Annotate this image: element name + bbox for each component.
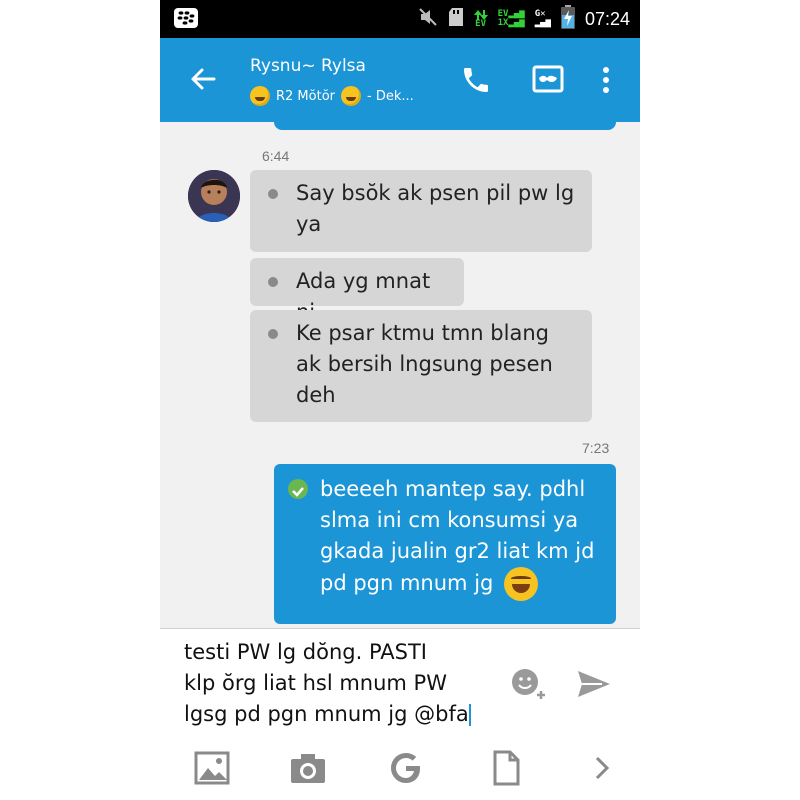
incoming-timestamp: 6:44 xyxy=(262,148,290,164)
phone-icon[interactable] xyxy=(460,64,492,96)
incoming-message-bubble[interactable]: Say bsŏk ak psen pil pw lg ya xyxy=(250,170,592,252)
bullet-icon xyxy=(268,189,278,199)
chat-thread[interactable]: 6:44 Say bsŏk ak psen pil pw lg ya Ada y… xyxy=(160,122,640,628)
message-composer[interactable]: testi PW lg dŏng. PASTI klp ŏrg liat hsl… xyxy=(160,628,640,739)
incoming-message-bubble[interactable]: Ke psar ktmu tmn blang ak bersih lngsung… xyxy=(250,310,592,422)
grinning-emoji-icon xyxy=(341,86,362,106)
emoji-add-icon[interactable] xyxy=(510,667,550,701)
draft-text: testi PW lg dŏng. PASTI klp ŏrg liat hsl… xyxy=(184,640,469,726)
outgoing-message-bubble[interactable]: beeeeh mantep say. pdhl slma ini cm kons… xyxy=(274,464,616,624)
message-text: beeeeh mantep say. pdhl slma ini cm kons… xyxy=(320,477,595,595)
conversation-header: Rysnu~ Rylsa R2 Mŏtŏr - Dek... xyxy=(160,38,640,122)
contact-status-text: R2 Mŏtŏr xyxy=(276,88,336,104)
battery-charging-icon xyxy=(560,5,575,33)
camera-icon[interactable] xyxy=(290,750,326,786)
file-icon[interactable] xyxy=(488,750,524,786)
signal-1x-label: 1X▂▄▆ xyxy=(497,18,525,28)
avatar[interactable] xyxy=(188,170,240,222)
message-text: Say bsŏk ak psen pil pw lg ya xyxy=(296,181,575,236)
bullet-icon xyxy=(268,277,278,287)
previous-outgoing-bubble xyxy=(274,122,616,130)
google-icon[interactable] xyxy=(388,750,424,786)
laughing-emoji-icon xyxy=(250,86,270,106)
back-arrow-icon[interactable] xyxy=(188,64,218,94)
outgoing-timestamp: 7:23 xyxy=(582,440,610,456)
delivered-check-icon xyxy=(288,479,308,499)
mute-icon xyxy=(418,7,438,31)
data-arrows-icon: EV xyxy=(473,9,488,29)
chevron-right-icon[interactable] xyxy=(584,750,620,786)
attachment-bar xyxy=(160,738,640,800)
phone-screen: EV EV▂▄▆ 1X▂▄▆ G✕ ▂▄▆ 07:24 Rysnu~ Rylsa… xyxy=(160,0,640,800)
contact-name[interactable]: Rysnu~ Rylsa xyxy=(250,56,366,76)
status-bar: EV EV▂▄▆ 1X▂▄▆ G✕ ▂▄▆ 07:24 xyxy=(160,0,640,38)
contact-status[interactable]: R2 Mŏtŏr - Dek... xyxy=(250,86,414,106)
gsm-signal: G✕ ▂▄▆ xyxy=(535,10,551,28)
mask-icon[interactable] xyxy=(532,64,564,96)
message-input[interactable]: testi PW lg dŏng. PASTI klp ŏrg liat hsl… xyxy=(184,637,484,730)
sd-card-icon xyxy=(448,7,464,31)
send-icon[interactable] xyxy=(576,667,612,701)
bullet-icon xyxy=(268,329,278,339)
network-type-label: EV xyxy=(475,18,486,29)
image-icon[interactable] xyxy=(194,750,230,786)
laughing-emoji-icon xyxy=(504,567,539,601)
status-icons: EV EV▂▄▆ 1X▂▄▆ G✕ ▂▄▆ 07:24 xyxy=(418,0,630,38)
message-text: Ke psar ktmu tmn blang ak bersih lngsung… xyxy=(296,321,553,407)
clock: 07:24 xyxy=(584,8,630,29)
blackberry-icon xyxy=(174,8,198,28)
contact-status-suffix: - Dek... xyxy=(367,88,414,104)
text-cursor xyxy=(468,704,471,726)
signal-group: EV▂▄▆ 1X▂▄▆ xyxy=(498,10,525,28)
overflow-menu-icon[interactable] xyxy=(600,64,612,96)
incoming-message-bubble[interactable]: Ada yg mnat ni xyxy=(250,258,464,324)
gsm-bars: ▂▄▆ xyxy=(534,18,551,28)
